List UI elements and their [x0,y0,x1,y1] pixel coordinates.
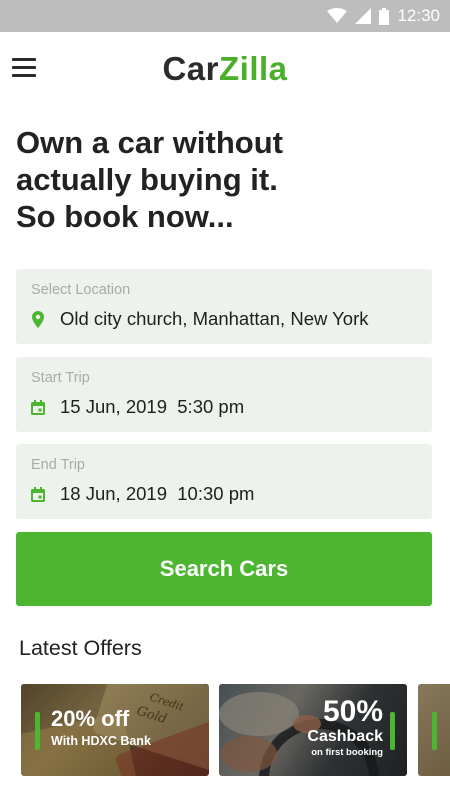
battery-icon [379,7,390,25]
offer-note: on first booking [311,747,383,758]
status-time: 12:30 [397,6,440,25]
end-trip-label: End Trip [31,457,85,473]
app-logo: CarZilla [0,50,450,88]
headline-line: Own a car without [16,125,283,160]
location-label: Select Location [31,282,131,298]
offer-text: 50% Cashback on first booking [307,696,383,760]
start-trip-label: Start Trip [31,370,90,386]
offer-headline: 20% off [51,706,130,731]
end-trip-value: 18 Jun, 2019 10:30 pm [60,483,255,504]
calendar-icon [31,485,45,503]
headline-line: So book now... [16,199,234,234]
offer-accent-bar [432,712,437,750]
offer-accent-bar [390,712,395,750]
end-trip-value-row: 18 Jun, 2019 10:30 pm [31,483,254,505]
status-bar: 12:30 [0,0,450,32]
offers-carousel[interactable]: Credit Gold 20% off With HDXC Bank 50% C… [0,684,450,776]
offer-headline: 50% [322,695,383,728]
location-pin-icon [31,310,45,328]
location-value-row: Old city church, Manhattan, New York [31,308,368,330]
start-trip-value-row: 15 Jun, 2019 5:30 pm [31,396,244,418]
offer-card-bank[interactable]: Credit Gold 20% off With HDXC Bank [21,684,209,776]
offer-card-partial[interactable] [418,684,450,776]
search-cars-button[interactable]: Search Cars [16,532,432,606]
start-trip-value: 15 Jun, 2019 5:30 pm [60,396,245,417]
offer-card-cashback[interactable]: 50% Cashback on first booking [219,684,407,776]
end-trip-field[interactable]: End Trip 18 Jun, 2019 10:30 pm [16,444,432,519]
offer-subline: With HDXC Bank [51,734,151,748]
calendar-icon [31,398,45,416]
logo-text-zilla: Zilla [219,50,288,87]
cell-signal-icon [355,8,372,24]
headline-line: actually buying it. [16,162,278,197]
location-field[interactable]: Select Location Old city church, Manhatt… [16,269,432,344]
page-headline: Own a car without actually buying it. So… [16,124,436,235]
status-icons: 12:30 [327,0,440,32]
offer-accent-bar [35,712,40,750]
wifi-icon [327,8,348,23]
app-bar: CarZilla [0,32,450,108]
location-value: Old city church, Manhattan, New York [60,308,369,329]
logo-text-car: Car [162,50,219,87]
offer-subline: Cashback [307,728,383,745]
offer-text: 20% off With HDXC Bank [51,706,151,750]
start-trip-field[interactable]: Start Trip 15 Jun, 2019 5:30 pm [16,357,432,432]
latest-offers-title: Latest Offers [19,636,142,660]
